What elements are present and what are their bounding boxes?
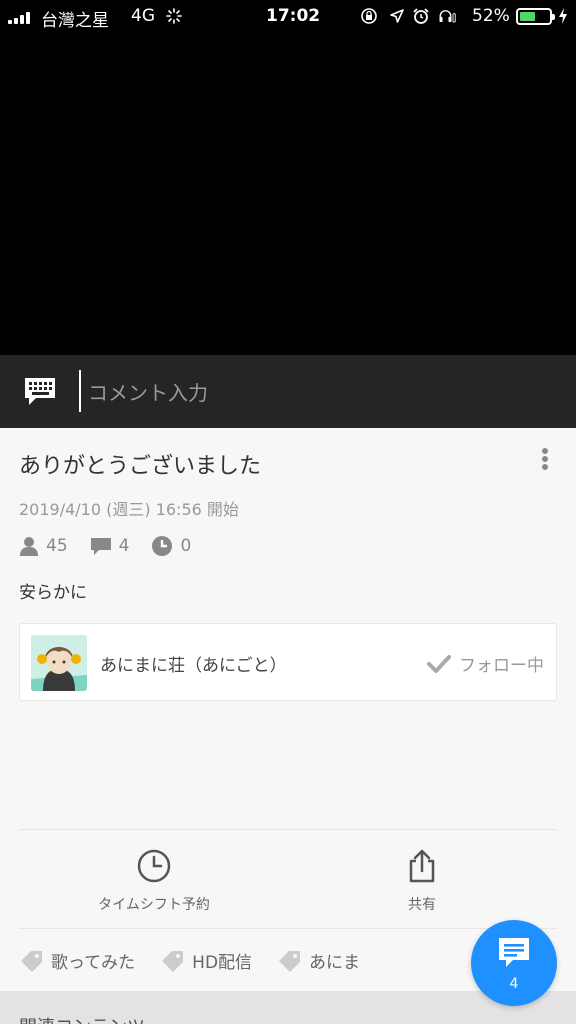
comment-bar: コメント入力 xyxy=(0,355,576,428)
viewer-count-value: 45 xyxy=(46,536,68,556)
clock-icon xyxy=(152,536,173,556)
more-options-icon[interactable] xyxy=(538,446,552,474)
share-icon xyxy=(409,849,435,883)
channel-avatar[interactable] xyxy=(31,635,87,691)
comment-input[interactable]: コメント入力 xyxy=(88,377,208,406)
timeshift-clock-icon xyxy=(137,849,171,883)
tag-item[interactable]: 歌ってみた xyxy=(19,948,135,973)
viewer-count: 45 xyxy=(19,536,68,556)
divider xyxy=(19,829,557,830)
text-cursor xyxy=(79,370,81,412)
video-player[interactable] xyxy=(0,34,576,355)
share-label: 共有 xyxy=(408,897,436,913)
tag-icon xyxy=(162,950,184,972)
network-type: 4G xyxy=(131,6,155,26)
carrier-name: 台灣之星 xyxy=(41,11,109,31)
related-content-label: 関連コンテンツ xyxy=(19,1013,145,1024)
tag-label: HD配信 xyxy=(192,953,253,973)
signal-strength-icon xyxy=(8,11,30,24)
comment-fab-button[interactable]: 4 xyxy=(471,920,557,1006)
speech-bubble-icon xyxy=(90,538,111,555)
timeshift-count-value: 0 xyxy=(180,536,192,556)
tag-item[interactable]: HD配信 xyxy=(160,948,252,973)
person-icon xyxy=(20,537,38,556)
tag-label: 歌ってみた xyxy=(51,953,136,973)
program-title: ありがとうございました xyxy=(19,454,262,479)
checkmark-icon xyxy=(427,654,451,673)
channel-card[interactable]: あにまに荘（あにごと） フォロー中 xyxy=(19,623,557,701)
tag-icon xyxy=(279,950,301,972)
tag-list: 歌ってみた HD配信 あにま xyxy=(19,948,385,973)
comment-list-icon xyxy=(499,938,529,967)
timeshift-reserve-button[interactable]: タイムシフト予約 xyxy=(80,848,228,914)
rotation-lock-icon xyxy=(361,8,377,24)
program-stats: 45 4 0 xyxy=(19,535,213,557)
program-description: 安らかに xyxy=(19,583,87,603)
follow-button[interactable]: フォロー中 xyxy=(427,651,544,676)
keyboard-comment-icon[interactable] xyxy=(22,374,58,410)
follow-status-label: フォロー中 xyxy=(459,656,544,676)
headphones-icon xyxy=(439,10,456,23)
status-bar: 台灣之星 4G 17:02 52% xyxy=(0,0,576,34)
share-button[interactable]: 共有 xyxy=(390,848,454,914)
timeshift-count: 0 xyxy=(151,535,191,557)
comment-count-badge: 4 xyxy=(509,976,519,992)
tag-label: あにま xyxy=(309,953,361,973)
timeshift-reserve-label: タイムシフト予約 xyxy=(98,897,210,913)
comment-count-value: 4 xyxy=(118,536,130,556)
channel-name[interactable]: あにまに荘（あにごと） xyxy=(100,651,287,676)
tag-icon xyxy=(21,950,42,972)
clock: 17:02 xyxy=(266,6,321,26)
battery-percent: 52% xyxy=(472,6,510,26)
comment-count: 4 xyxy=(90,536,130,556)
charging-bolt-icon xyxy=(559,8,567,24)
tag-item[interactable]: あにま xyxy=(277,948,360,973)
program-start-time: 2019/4/10 (週三) 16:56 開始 xyxy=(19,500,239,519)
location-icon xyxy=(390,9,404,23)
activity-spinner-icon xyxy=(166,8,182,24)
battery-icon xyxy=(516,8,555,25)
alarm-icon xyxy=(413,8,429,24)
divider xyxy=(19,928,557,929)
